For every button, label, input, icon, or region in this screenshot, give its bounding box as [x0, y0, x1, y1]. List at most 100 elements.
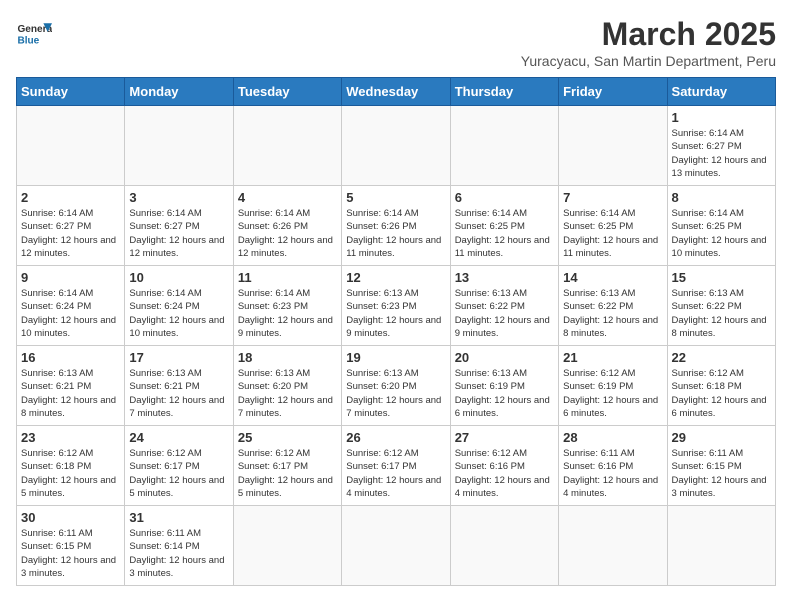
day-number: 14 — [563, 270, 662, 285]
location-title: Yuracyacu, San Martin Department, Peru — [521, 53, 776, 69]
header: General Blue March 2025 Yuracyacu, San M… — [16, 16, 776, 69]
calendar-day-cell: 5 Sunrise: 6:14 AM Sunset: 6:26 PM Daylig… — [342, 186, 450, 266]
calendar-day-cell: 7 Sunrise: 6:14 AM Sunset: 6:25 PM Daylig… — [559, 186, 667, 266]
calendar-table: SundayMondayTuesdayWednesdayThursdayFrid… — [16, 77, 776, 586]
day-info: Sunrise: 6:14 AM Sunset: 6:23 PM Dayligh… — [238, 287, 337, 340]
day-info: Sunrise: 6:11 AM Sunset: 6:15 PM Dayligh… — [672, 447, 771, 500]
calendar-day-cell: 28 Sunrise: 6:11 AM Sunset: 6:16 PM Dayli… — [559, 426, 667, 506]
day-number: 8 — [672, 190, 771, 205]
day-number: 16 — [21, 350, 120, 365]
day-info: Sunrise: 6:11 AM Sunset: 6:15 PM Dayligh… — [21, 527, 120, 580]
calendar-day-cell — [559, 506, 667, 586]
calendar-day-cell: 15 Sunrise: 6:13 AM Sunset: 6:22 PM Dayli… — [667, 266, 775, 346]
calendar-day-cell — [125, 106, 233, 186]
calendar-day-cell: 13Sunrise: 6:13 AM Sunset: 6:22 PM Dayli… — [450, 266, 558, 346]
day-info: Sunrise: 6:12 AM Sunset: 6:18 PM Dayligh… — [21, 447, 120, 500]
calendar-day-cell: 18 Sunrise: 6:13 AM Sunset: 6:20 PM Dayli… — [233, 346, 341, 426]
generalblue-logo-icon: General Blue — [16, 16, 52, 52]
day-number: 10 — [129, 270, 228, 285]
day-number: 7 — [563, 190, 662, 205]
day-number: 12 — [346, 270, 445, 285]
calendar-day-cell: 9Sunrise: 6:14 AM Sunset: 6:24 PM Daylig… — [17, 266, 125, 346]
calendar-day-cell: 23 Sunrise: 6:12 AM Sunset: 6:18 PM Dayli… — [17, 426, 125, 506]
day-info: Sunrise: 6:14 AM Sunset: 6:27 PM Dayligh… — [21, 207, 120, 260]
calendar-week-row: 2 Sunrise: 6:14 AM Sunset: 6:27 PM Daylig… — [17, 186, 776, 266]
calendar-week-row: 30 Sunrise: 6:11 AM Sunset: 6:15 PM Dayli… — [17, 506, 776, 586]
calendar-day-cell: 24Sunrise: 6:12 AM Sunset: 6:17 PM Dayli… — [125, 426, 233, 506]
day-info: Sunrise: 6:13 AM Sunset: 6:22 PM Dayligh… — [563, 287, 662, 340]
day-info: Sunrise: 6:13 AM Sunset: 6:21 PM Dayligh… — [129, 367, 228, 420]
day-header-friday: Friday — [559, 78, 667, 106]
day-info: Sunrise: 6:14 AM Sunset: 6:27 PM Dayligh… — [672, 127, 771, 180]
day-number: 21 — [563, 350, 662, 365]
day-number: 30 — [21, 510, 120, 525]
svg-text:Blue: Blue — [17, 35, 39, 46]
calendar-header-row: SundayMondayTuesdayWednesdayThursdayFrid… — [17, 78, 776, 106]
calendar-day-cell: 31 Sunrise: 6:11 AM Sunset: 6:14 PM Dayli… — [125, 506, 233, 586]
calendar-day-cell: 1 Sunrise: 6:14 AM Sunset: 6:27 PM Daylig… — [667, 106, 775, 186]
day-number: 20 — [455, 350, 554, 365]
day-number: 5 — [346, 190, 445, 205]
day-header-monday: Monday — [125, 78, 233, 106]
day-number: 18 — [238, 350, 337, 365]
logo: General Blue — [16, 16, 52, 52]
day-number: 17 — [129, 350, 228, 365]
calendar-week-row: 9Sunrise: 6:14 AM Sunset: 6:24 PM Daylig… — [17, 266, 776, 346]
day-header-thursday: Thursday — [450, 78, 558, 106]
calendar-day-cell — [450, 506, 558, 586]
calendar-day-cell: 3Sunrise: 6:14 AM Sunset: 6:27 PM Daylig… — [125, 186, 233, 266]
day-info: Sunrise: 6:14 AM Sunset: 6:26 PM Dayligh… — [346, 207, 445, 260]
day-header-sunday: Sunday — [17, 78, 125, 106]
day-header-tuesday: Tuesday — [233, 78, 341, 106]
day-info: Sunrise: 6:13 AM Sunset: 6:20 PM Dayligh… — [238, 367, 337, 420]
calendar-day-cell: 20Sunrise: 6:13 AM Sunset: 6:19 PM Dayli… — [450, 346, 558, 426]
day-number: 29 — [672, 430, 771, 445]
calendar-week-row: 16 Sunrise: 6:13 AM Sunset: 6:21 PM Dayli… — [17, 346, 776, 426]
day-number: 15 — [672, 270, 771, 285]
day-number: 1 — [672, 110, 771, 125]
day-info: Sunrise: 6:12 AM Sunset: 6:17 PM Dayligh… — [238, 447, 337, 500]
calendar-day-cell: 6 Sunrise: 6:14 AM Sunset: 6:25 PM Daylig… — [450, 186, 558, 266]
day-number: 31 — [129, 510, 228, 525]
day-info: Sunrise: 6:13 AM Sunset: 6:20 PM Dayligh… — [346, 367, 445, 420]
day-number: 27 — [455, 430, 554, 445]
calendar-day-cell: 19 Sunrise: 6:13 AM Sunset: 6:20 PM Dayli… — [342, 346, 450, 426]
day-number: 24 — [129, 430, 228, 445]
day-number: 19 — [346, 350, 445, 365]
calendar-day-cell: 26Sunrise: 6:12 AM Sunset: 6:17 PM Dayli… — [342, 426, 450, 506]
calendar-day-cell: 29 Sunrise: 6:11 AM Sunset: 6:15 PM Dayli… — [667, 426, 775, 506]
day-number: 22 — [672, 350, 771, 365]
day-info: Sunrise: 6:14 AM Sunset: 6:25 PM Dayligh… — [455, 207, 554, 260]
day-header-saturday: Saturday — [667, 78, 775, 106]
day-info: Sunrise: 6:14 AM Sunset: 6:25 PM Dayligh… — [672, 207, 771, 260]
calendar-day-cell: 17 Sunrise: 6:13 AM Sunset: 6:21 PM Dayli… — [125, 346, 233, 426]
calendar-day-cell — [17, 106, 125, 186]
day-number: 6 — [455, 190, 554, 205]
day-number: 23 — [21, 430, 120, 445]
calendar-day-cell: 11Sunrise: 6:14 AM Sunset: 6:23 PM Dayli… — [233, 266, 341, 346]
day-info: Sunrise: 6:11 AM Sunset: 6:16 PM Dayligh… — [563, 447, 662, 500]
day-number: 26 — [346, 430, 445, 445]
day-number: 3 — [129, 190, 228, 205]
calendar-day-cell — [233, 106, 341, 186]
calendar-day-cell: 21Sunrise: 6:12 AM Sunset: 6:19 PM Dayli… — [559, 346, 667, 426]
day-number: 13 — [455, 270, 554, 285]
calendar-day-cell: 4Sunrise: 6:14 AM Sunset: 6:26 PM Daylig… — [233, 186, 341, 266]
title-area: March 2025 Yuracyacu, San Martin Departm… — [521, 16, 776, 69]
day-info: Sunrise: 6:14 AM Sunset: 6:25 PM Dayligh… — [563, 207, 662, 260]
calendar-day-cell: 27 Sunrise: 6:12 AM Sunset: 6:16 PM Dayli… — [450, 426, 558, 506]
calendar-day-cell: 2 Sunrise: 6:14 AM Sunset: 6:27 PM Daylig… — [17, 186, 125, 266]
day-number: 28 — [563, 430, 662, 445]
day-info: Sunrise: 6:11 AM Sunset: 6:14 PM Dayligh… — [129, 527, 228, 580]
calendar-day-cell: 8 Sunrise: 6:14 AM Sunset: 6:25 PM Daylig… — [667, 186, 775, 266]
day-number: 2 — [21, 190, 120, 205]
day-number: 9 — [21, 270, 120, 285]
day-info: Sunrise: 6:12 AM Sunset: 6:16 PM Dayligh… — [455, 447, 554, 500]
calendar-day-cell: 22Sunrise: 6:12 AM Sunset: 6:18 PM Dayli… — [667, 346, 775, 426]
month-title: March 2025 — [521, 16, 776, 53]
calendar-day-cell: 12Sunrise: 6:13 AM Sunset: 6:23 PM Dayli… — [342, 266, 450, 346]
day-info: Sunrise: 6:14 AM Sunset: 6:26 PM Dayligh… — [238, 207, 337, 260]
calendar-week-row: 23 Sunrise: 6:12 AM Sunset: 6:18 PM Dayli… — [17, 426, 776, 506]
day-info: Sunrise: 6:13 AM Sunset: 6:22 PM Dayligh… — [672, 287, 771, 340]
calendar-day-cell: 14 Sunrise: 6:13 AM Sunset: 6:22 PM Dayli… — [559, 266, 667, 346]
